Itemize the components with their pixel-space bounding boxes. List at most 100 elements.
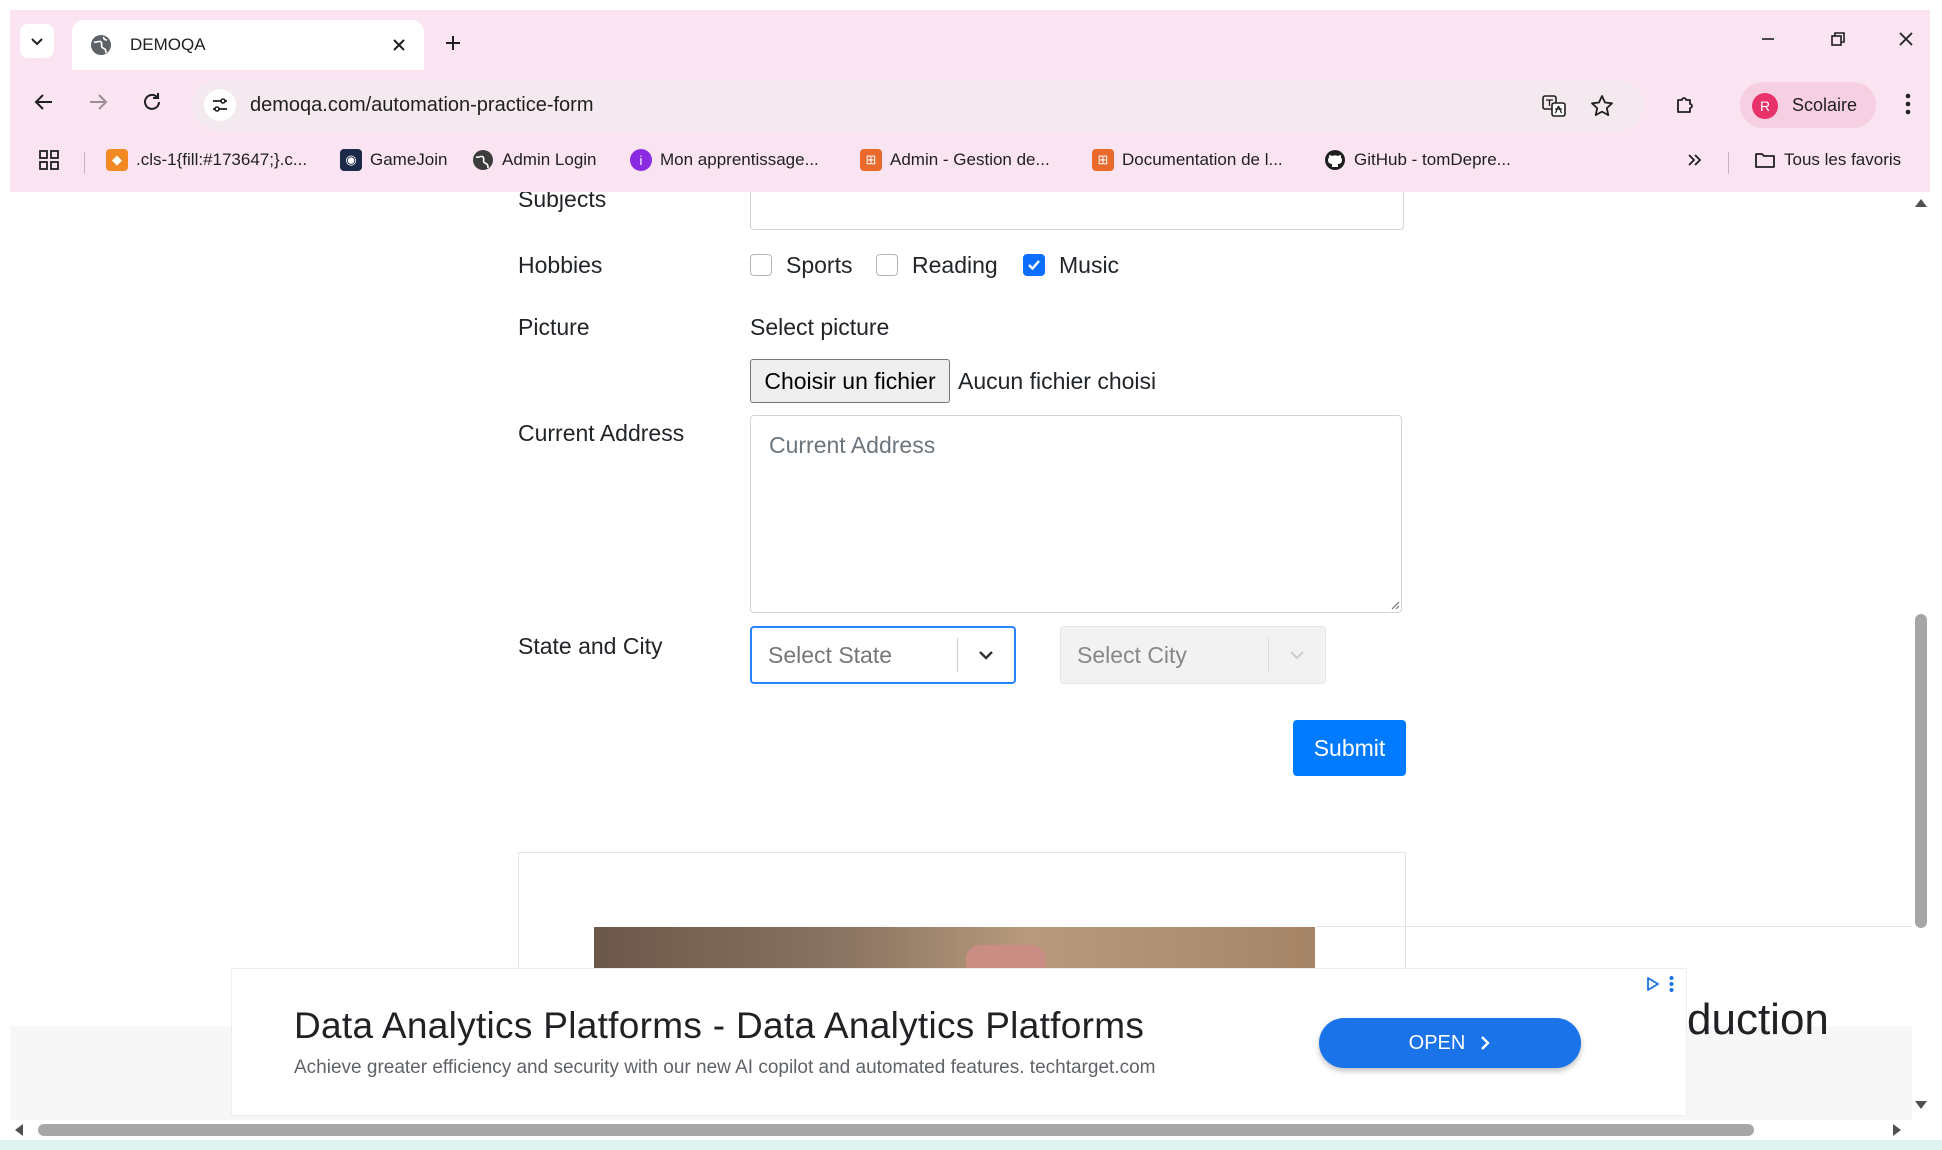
translate-button[interactable] xyxy=(1540,92,1568,120)
city-placeholder: Select City xyxy=(1077,641,1187,668)
minimize-button[interactable] xyxy=(1748,24,1788,54)
arrow-left-icon xyxy=(34,94,52,110)
more-vert-icon xyxy=(1905,93,1911,115)
more-bookmarks-button[interactable] xyxy=(1686,146,1702,174)
address-bar[interactable]: demoqa.com/automation-practice-form xyxy=(192,80,1644,130)
bookmark-item[interactable]: GitHub - tomDepre... xyxy=(1324,146,1511,174)
choose-file-button[interactable]: Choisir un fichier xyxy=(750,359,950,403)
hobby-sports-checkbox[interactable]: Sports xyxy=(750,248,852,282)
hobby-label: Reading xyxy=(912,251,998,278)
arrow-right-icon xyxy=(90,94,108,110)
hobby-label: Sports xyxy=(786,251,853,278)
city-dropdown-arrow[interactable] xyxy=(1269,627,1325,683)
bookmarks-bar: ◆ .cls-1{fill:#173647;}.c... ◉ GameJoin … xyxy=(10,138,1930,184)
ad-title[interactable]: Data Analytics Platforms - Data Analytic… xyxy=(294,1005,1144,1047)
divider xyxy=(1315,926,1914,927)
tab-search-button[interactable] xyxy=(20,24,54,58)
learning-icon: i xyxy=(630,149,652,171)
checkbox-box-checked[interactable] xyxy=(1023,254,1045,276)
checkbox-box[interactable] xyxy=(876,254,898,276)
bookmark-favicon-icon: ⊞ xyxy=(860,149,882,171)
back-button[interactable] xyxy=(26,84,62,120)
ad-banner[interactable]: Data Analytics Platforms - Data Analytic… xyxy=(231,968,1687,1116)
ad-choices-icon xyxy=(1647,977,1659,991)
apps-button[interactable] xyxy=(38,146,60,174)
peek-heading: duction xyxy=(1687,995,1829,1044)
bookmark-item[interactable]: Admin Login xyxy=(472,146,597,174)
hobby-label: Music xyxy=(1059,251,1120,278)
state-select[interactable]: Select State xyxy=(750,626,1016,684)
apps-grid-icon xyxy=(39,150,59,170)
hobby-reading-checkbox[interactable]: Reading xyxy=(876,248,998,282)
site-info-button[interactable] xyxy=(204,89,236,121)
bookmark-label: GitHub - tomDepre... xyxy=(1354,150,1511,169)
scroll-left-arrow[interactable] xyxy=(14,1123,24,1137)
bookmark-item[interactable]: ⊞ Documentation de l... xyxy=(1092,146,1283,174)
gamejoin-icon: ◉ xyxy=(340,149,362,171)
puzzle-icon xyxy=(1677,97,1693,113)
submit-button[interactable]: Submit xyxy=(1293,720,1406,776)
restore-button[interactable] xyxy=(1818,24,1858,54)
checkbox-box[interactable] xyxy=(750,254,772,276)
picture-label: Picture xyxy=(518,314,590,340)
url-text: demoqa.com/automation-practice-form xyxy=(250,94,594,116)
bookmark-item[interactable]: i Mon apprentissage... xyxy=(630,146,819,174)
bookmark-label: .cls-1{fill:#173647;}.c... xyxy=(136,150,308,169)
bookmark-label: Admin - Gestion de... xyxy=(890,150,1050,169)
bookmark-item[interactable]: ◉ GameJoin xyxy=(340,146,447,174)
scroll-up-arrow[interactable] xyxy=(1914,198,1928,208)
tab-close-button[interactable] xyxy=(386,32,412,58)
bookmark-favicon-icon: ◆ xyxy=(106,149,128,171)
all-bookmarks-button[interactable]: Tous les favoris xyxy=(1754,146,1901,174)
scroll-right-arrow[interactable] xyxy=(1892,1123,1902,1137)
window-close-button[interactable] xyxy=(1886,24,1926,54)
avatar: R xyxy=(1752,93,1778,119)
state-city-label: State and City xyxy=(518,633,663,659)
double-chevron-right-icon xyxy=(1688,154,1702,166)
more-vert-icon xyxy=(1669,976,1674,992)
globe-icon xyxy=(473,150,493,170)
hobbies-label: Hobbies xyxy=(518,252,603,278)
folder-icon xyxy=(1755,153,1775,168)
state-placeholder: Select State xyxy=(768,641,893,668)
bookmark-label: Admin Login xyxy=(502,150,597,169)
chevron-down-icon xyxy=(979,651,993,660)
current-address-textarea[interactable]: Current Address xyxy=(750,415,1402,613)
bookmark-item[interactable]: ⊞ Admin - Gestion de... xyxy=(860,146,1050,174)
bookmark-item[interactable]: ◆ .cls-1{fill:#173647;}.c... xyxy=(106,146,307,174)
horizontal-scroll-thumb[interactable] xyxy=(38,1124,1754,1136)
hobby-music-checkbox[interactable]: Music xyxy=(1023,248,1119,282)
close-icon xyxy=(1899,32,1913,46)
bookmarks-divider xyxy=(84,152,85,174)
browser-menu-button[interactable] xyxy=(1892,86,1924,122)
forward-button[interactable] xyxy=(80,84,116,120)
new-tab-button[interactable] xyxy=(438,28,468,58)
reload-button[interactable] xyxy=(134,84,170,120)
state-dropdown-arrow[interactable] xyxy=(958,628,1014,682)
subjects-label: Subjects xyxy=(518,192,607,212)
tab-title: DEMOQA xyxy=(130,35,206,54)
chevron-down-icon xyxy=(1290,651,1304,660)
close-icon xyxy=(393,39,405,51)
browser-chrome: DEMOQA demoqa.com/automation-practice-fo… xyxy=(10,10,1930,192)
profile-button[interactable]: R Scolaire xyxy=(1740,82,1876,128)
scroll-down-arrow[interactable] xyxy=(1914,1100,1928,1110)
profile-name: Scolaire xyxy=(1792,95,1858,115)
subjects-input[interactable] xyxy=(750,192,1404,230)
plus-icon xyxy=(446,36,460,50)
ad-description: Achieve greater efficiency and security … xyxy=(294,1057,1156,1078)
city-select[interactable]: Select City xyxy=(1060,626,1326,684)
chevron-down-icon xyxy=(31,38,43,46)
translate-icon xyxy=(1542,95,1566,117)
bookmark-star-button[interactable] xyxy=(1588,92,1616,120)
reload-icon xyxy=(144,93,160,110)
restore-icon xyxy=(1831,32,1845,46)
current-address-label: Current Address xyxy=(518,420,685,446)
ad-open-button[interactable]: OPEN xyxy=(1319,1018,1581,1068)
resize-handle-icon[interactable] xyxy=(1390,600,1400,610)
ad-choices[interactable] xyxy=(1645,975,1674,993)
active-tab[interactable]: DEMOQA xyxy=(72,20,424,70)
vertical-scroll-thumb[interactable] xyxy=(1915,614,1927,928)
extensions-button[interactable] xyxy=(1668,86,1704,122)
globe-icon xyxy=(91,35,111,55)
